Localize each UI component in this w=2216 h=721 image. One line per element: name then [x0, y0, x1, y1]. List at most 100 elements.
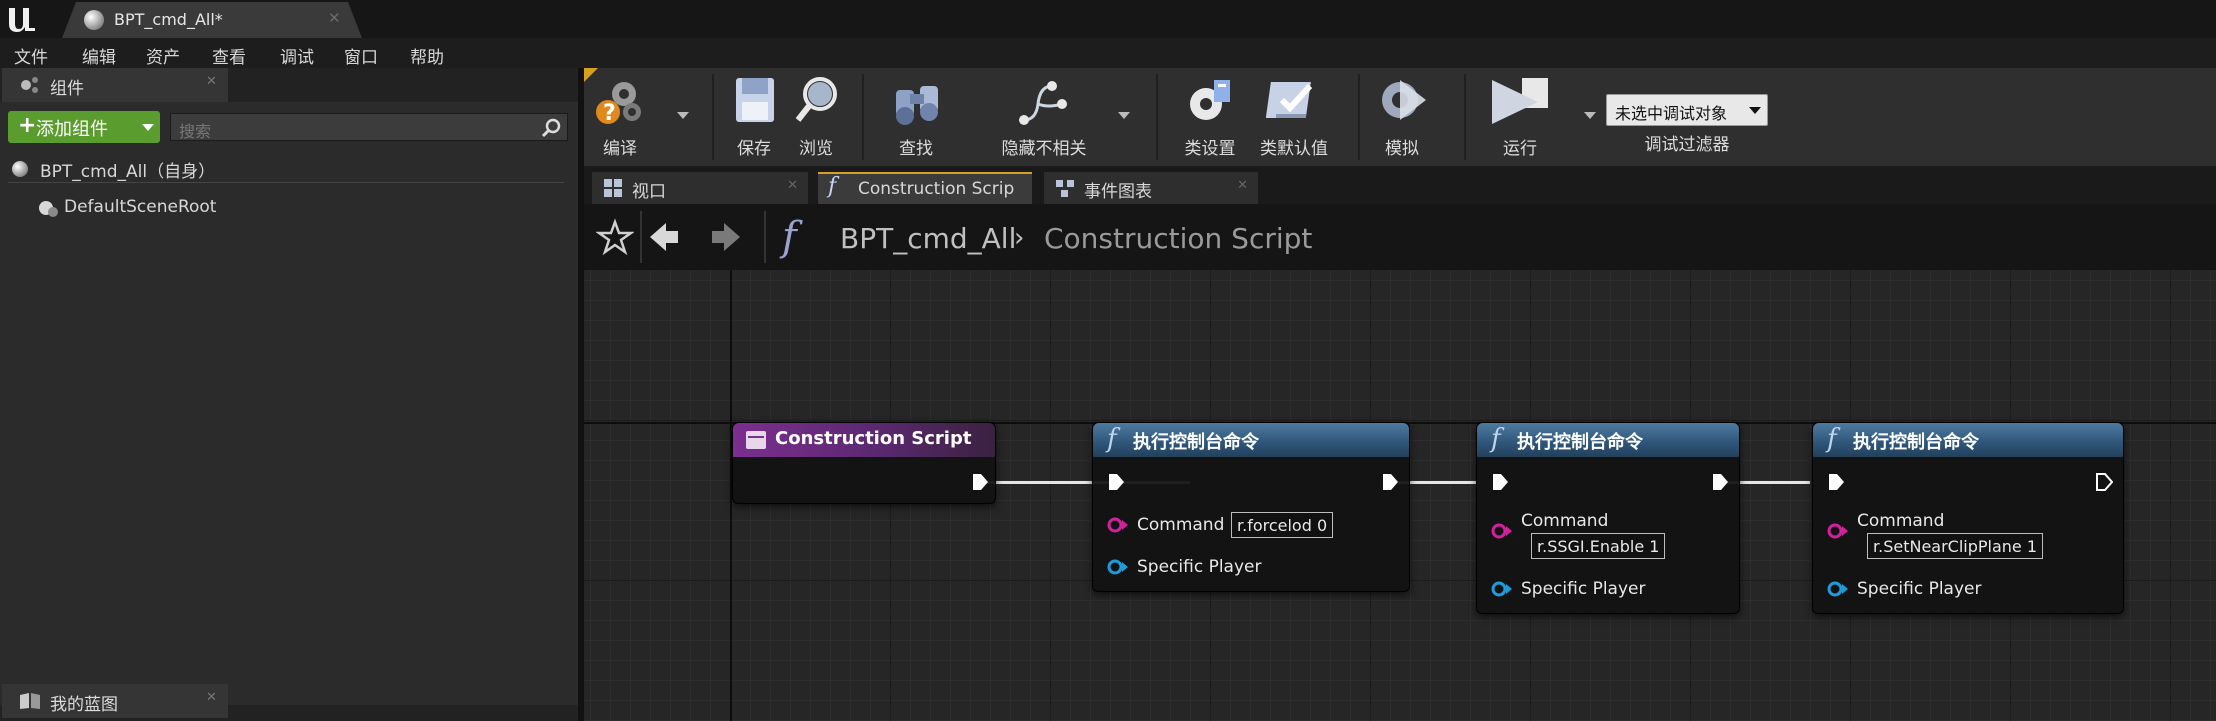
component-search-input[interactable]: 搜索: [170, 113, 568, 141]
back-arrow-icon[interactable]: [648, 220, 682, 254]
close-tab-icon[interactable]: ✕: [787, 178, 798, 193]
exec-out-pin[interactable]: [971, 473, 989, 491]
chevron-down-icon: [1749, 107, 1761, 114]
compile-button[interactable]: ? 编译: [590, 68, 650, 166]
object-pin[interactable]: [1827, 581, 1849, 597]
my-blueprint-tab[interactable]: 我的蓝图 ✕: [2, 684, 228, 718]
play-options-chevron-icon[interactable]: [1584, 112, 1596, 119]
save-label: 保存: [737, 139, 771, 159]
hide-unrelated-chevron-icon[interactable]: [1118, 112, 1130, 119]
close-panel-icon[interactable]: ✕: [206, 74, 217, 89]
search-placeholder: 搜索: [179, 122, 212, 141]
component-root-item[interactable]: DefaultSceneRoot: [36, 192, 336, 222]
menu-help[interactable]: 帮助: [410, 43, 444, 68]
command-value-input[interactable]: r.SetNearClipPlane 1: [1867, 533, 2044, 559]
close-tab-icon[interactable]: ✕: [328, 9, 341, 27]
viewport-icon: [604, 179, 622, 197]
exec-console-command-node-2[interactable]: f 执行控制台命令 Command r.SSGI.Enable 1 Specif…: [1476, 422, 1740, 614]
graph-canvas[interactable]: Construction Script f 执行控制台命令 Command r.…: [584, 270, 2216, 721]
class-settings-button[interactable]: 类设置: [1176, 68, 1244, 166]
svg-text:?: ?: [603, 101, 616, 126]
tab-event-graph[interactable]: 事件图表 ✕: [1044, 172, 1258, 204]
simulate-button[interactable]: 模拟: [1370, 68, 1434, 166]
close-tab-icon[interactable]: ✕: [1237, 178, 1248, 193]
tab-construction-script[interactable]: f Construction Script: [818, 172, 1032, 204]
editor-tab-bar: 视口 ✕ f Construction Script 事件图表 ✕: [584, 166, 2216, 204]
construction-script-entry-node[interactable]: Construction Script: [732, 422, 996, 504]
function-icon: f: [1491, 424, 1501, 454]
class-defaults-button[interactable]: 类默认值: [1254, 68, 1334, 166]
specific-player-label: Specific Player: [1857, 579, 1982, 599]
tab-construction-script-label: Construction Script: [858, 179, 1014, 199]
compile-label: 编译: [603, 139, 637, 159]
components-tab[interactable]: 组件 ✕: [2, 68, 228, 102]
breadcrumb-graph: Construction Script: [1044, 222, 1313, 255]
document-tab-label: BPT_cmd_All*: [114, 10, 223, 29]
command-value-input[interactable]: r.SSGI.Enable 1: [1531, 533, 1666, 559]
breadcrumb-blueprint[interactable]: BPT_cmd_All: [840, 222, 1016, 255]
exec-in-pin[interactable]: [1491, 473, 1509, 491]
toolbar-separator: [1464, 74, 1466, 160]
save-icon: [736, 78, 774, 122]
debug-object-select[interactable]: 未选中调试对象: [1606, 94, 1768, 126]
find-label: 查找: [899, 139, 933, 159]
component-self-item[interactable]: BPT_cmd_All（自身）: [0, 152, 578, 182]
exec-in-pin[interactable]: [1107, 473, 1125, 491]
string-pin[interactable]: [1107, 517, 1129, 533]
exec-in-pin[interactable]: [1827, 473, 1845, 491]
exec-out-pin[interactable]: [1711, 473, 1729, 491]
play-label: 运行: [1503, 139, 1537, 159]
string-pin[interactable]: [1827, 523, 1849, 539]
browse-label: 浏览: [799, 139, 833, 159]
exec-console-command-node-1[interactable]: f 执行控制台命令 Command r.forcelod 0 Specific …: [1092, 422, 1410, 592]
my-blueprint-label: 我的蓝图: [50, 695, 118, 715]
compile-options-chevron-icon[interactable]: [677, 112, 689, 119]
object-pin[interactable]: [1491, 581, 1513, 597]
toolbar-separator: [712, 74, 714, 160]
toolbar-separator: [1156, 74, 1158, 160]
tab-viewport[interactable]: 视口 ✕: [592, 172, 808, 204]
toolbar: ? 编译 保存 浏览 查找 隐藏不相关 类设置 类默认值 模拟 运行 未选中调试…: [584, 68, 2216, 166]
construction-script-icon: [746, 431, 766, 449]
node-title: 执行控制台命令: [1853, 432, 1979, 453]
browse-button[interactable]: 浏览: [784, 68, 848, 166]
unreal-logo-icon[interactable]: [4, 2, 40, 36]
close-panel-icon[interactable]: ✕: [206, 690, 217, 705]
divider: [8, 182, 564, 183]
exec-out-pin[interactable]: [1381, 473, 1399, 491]
document-tab[interactable]: BPT_cmd_All* ✕: [62, 2, 362, 38]
tab-event-graph-label: 事件图表: [1084, 182, 1152, 202]
class-defaults-label: 类默认值: [1260, 139, 1328, 159]
string-pin[interactable]: [1491, 523, 1513, 539]
find-button[interactable]: 查找: [884, 68, 948, 166]
menu-window[interactable]: 窗口: [344, 43, 378, 68]
favorite-star-icon[interactable]: [596, 218, 634, 256]
menu-view[interactable]: 查看: [212, 43, 246, 68]
component-root-label: DefaultSceneRoot: [64, 197, 217, 217]
component-self-label: BPT_cmd_All（自身）: [40, 162, 216, 182]
hide-unrelated-icon: [1019, 81, 1067, 125]
play-button[interactable]: 运行: [1480, 68, 1560, 166]
node-header: f 执行控制台命令: [1093, 423, 1409, 457]
save-button[interactable]: 保存: [724, 68, 784, 166]
object-pin[interactable]: [1107, 559, 1129, 575]
menu-debug[interactable]: 调试: [280, 43, 314, 68]
add-component-button[interactable]: + 添加组件: [8, 111, 160, 143]
exec-console-command-node-3[interactable]: f 执行控制台命令 Command r.SetNearClipPlane 1 S…: [1812, 422, 2124, 614]
menu-asset[interactable]: 资产: [146, 43, 180, 68]
command-value-input[interactable]: r.forcelod 0: [1231, 512, 1334, 538]
toolbar-separator: [862, 74, 864, 160]
node-title: 执行控制台命令: [1133, 432, 1259, 453]
forward-arrow-icon[interactable]: [708, 220, 742, 254]
debug-filter-label: 调试过滤器: [1644, 135, 1730, 155]
command-label: Command: [1521, 511, 1609, 531]
title-bar: BPT_cmd_All* ✕: [0, 0, 2216, 38]
hide-unrelated-button[interactable]: 隐藏不相关: [996, 68, 1092, 166]
components-icon: [21, 77, 38, 93]
exec-out-pin-unconnected[interactable]: [2095, 473, 2113, 491]
actor-icon: [12, 161, 28, 177]
menu-edit[interactable]: 编辑: [82, 43, 116, 68]
simulate-icon: [1382, 80, 1426, 120]
play-icon: [1492, 78, 1548, 124]
menu-file[interactable]: 文件: [14, 43, 48, 68]
